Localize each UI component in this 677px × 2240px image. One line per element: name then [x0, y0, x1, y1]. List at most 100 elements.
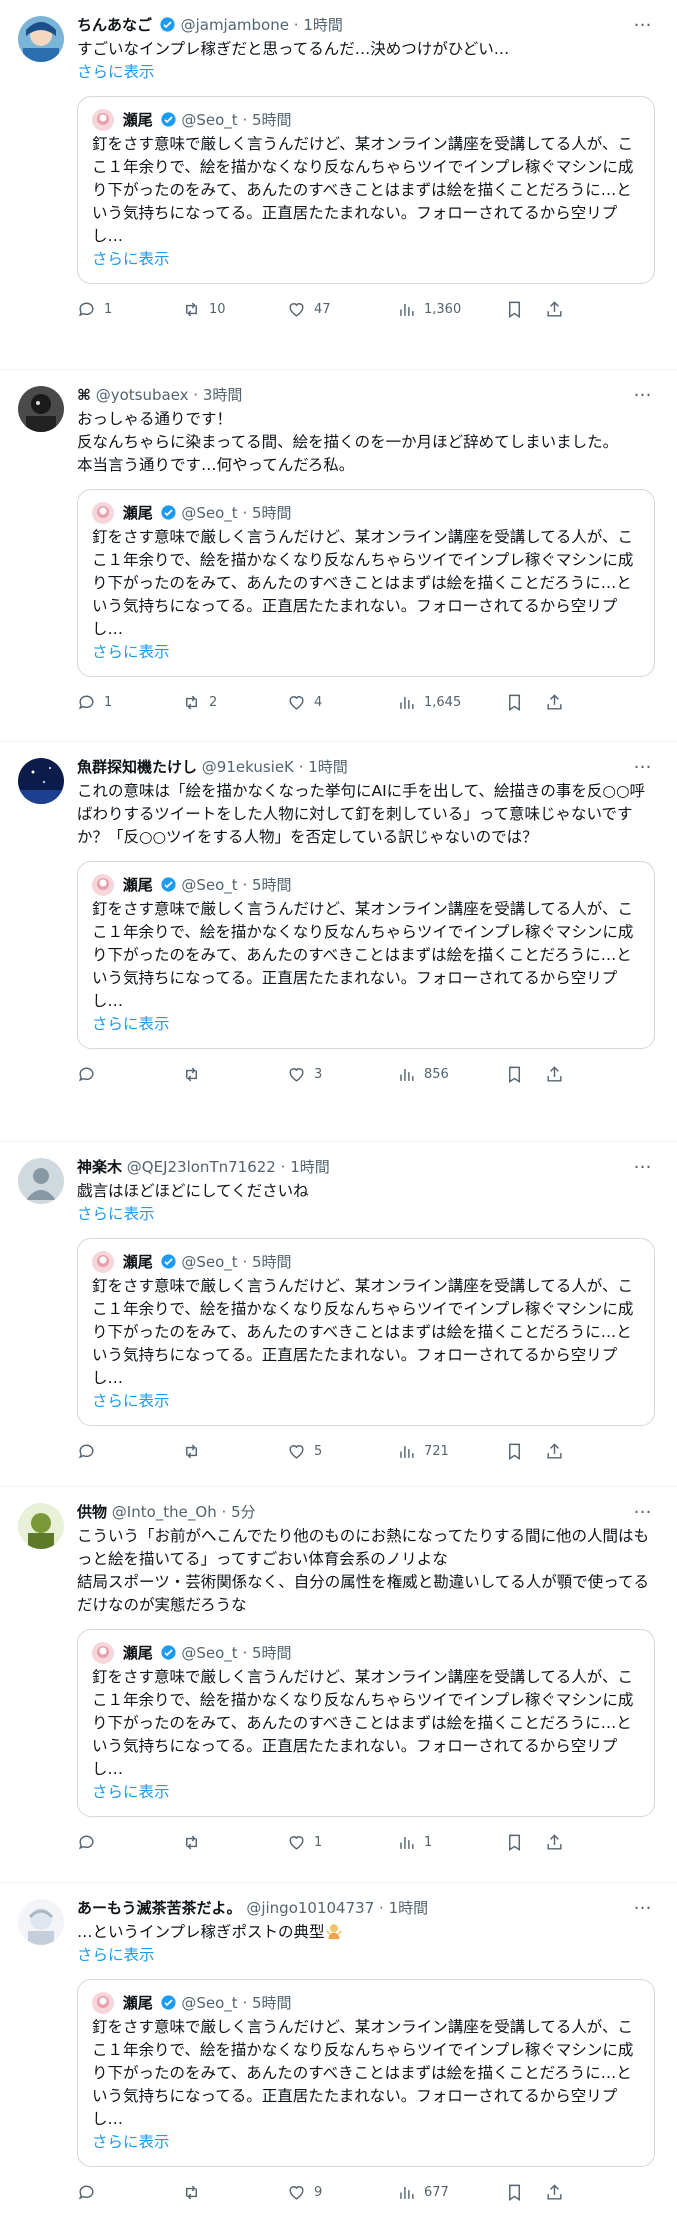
share-button[interactable] [545, 1065, 571, 1084]
bookmark-button[interactable] [505, 1442, 545, 1461]
repost-button[interactable]: 10 [182, 300, 287, 319]
quoted-text: 釘をさす意味で厳しく言うんだけど、某オンライン講座を受講してる人が、ここ１年余り… [92, 900, 634, 1010]
more-options-icon[interactable]: … [631, 1499, 655, 1523]
user-handle[interactable]: @Into_the_Oh [112, 1503, 217, 1521]
reply-post[interactable]: … ⌘ @yotsubaex · 3時間 おっしゃる通りです！ 反なんちゃらに染… [0, 370, 677, 742]
timestamp[interactable]: 1時間 [308, 758, 348, 776]
avatar[interactable] [18, 386, 64, 432]
bookmark-button[interactable] [505, 693, 545, 712]
quoted-show-more-link[interactable]: さらに表示 [92, 248, 640, 271]
display-name[interactable]: 神楽木 [77, 1158, 122, 1176]
display-name[interactable]: 魚群探知機たけし [77, 758, 197, 776]
quoted-post[interactable]: 瀬尾 @Seo_t · 5時間 釘をさす意味で厳しく言うんだけど、某オンライン講… [77, 1238, 655, 1426]
reply-post[interactable]: … 神楽木 @QEJ23lonTn71622 · 1時間 戯言はほどほどにしてく… [0, 1142, 677, 1487]
avatar[interactable] [18, 1899, 64, 1945]
quoted-post[interactable]: 瀬尾 @Seo_t · 5時間 釘をさす意味で厳しく言うんだけど、某オンライン講… [77, 96, 655, 284]
quoted-post[interactable]: 瀬尾 @Seo_t · 5時間 釘をさす意味で厳しく言うんだけど、某オンライン講… [77, 861, 655, 1049]
reply-button[interactable] [77, 2183, 182, 2202]
more-options-icon[interactable]: … [631, 1895, 655, 1919]
repost-button[interactable] [182, 1833, 287, 1852]
like-button[interactable]: 4 [287, 693, 397, 712]
reply-button[interactable]: 1 [77, 300, 182, 319]
like-button[interactable]: 1 [287, 1833, 397, 1852]
avatar[interactable] [18, 1158, 64, 1204]
reply-post[interactable]: … あーもう滅茶苦茶だよ。 @jingo10104737 · 1時間 …というイ… [0, 1883, 677, 2240]
views-button[interactable]: 1 [397, 1833, 505, 1852]
like-button[interactable]: 47 [287, 300, 397, 319]
timeline: … ちんあなご @jamjambone · 1時間 すごいなインプレ稼ぎだと思っ… [0, 0, 677, 2240]
avatar[interactable] [18, 1503, 64, 1549]
analytics-icon [400, 696, 414, 709]
quoted-show-more-link[interactable]: さらに表示 [92, 1781, 640, 1804]
reply-post[interactable]: … ちんあなご @jamjambone · 1時間 すごいなインプレ稼ぎだと思っ… [0, 0, 677, 370]
reply-button[interactable]: 1 [77, 693, 182, 712]
reply-button[interactable] [77, 1065, 182, 1084]
timestamp[interactable]: 1時間 [290, 1158, 330, 1176]
share-button[interactable] [545, 300, 571, 319]
timestamp[interactable]: 1時間 [303, 16, 343, 34]
quoted-post[interactable]: 瀬尾 @Seo_t · 5時間 釘をさす意味で厳しく言うんだけど、某オンライン講… [77, 1979, 655, 2167]
user-handle[interactable]: @yotsubaex [96, 386, 189, 404]
share-button[interactable] [545, 693, 571, 712]
quoted-post[interactable]: 瀬尾 @Seo_t · 5時間 釘をさす意味で厳しく言うんだけど、某オンライン講… [77, 489, 655, 677]
repost-button[interactable]: 2 [182, 693, 287, 712]
display-name[interactable]: あーもう滅茶苦茶だよ。 [77, 1899, 242, 1917]
bookmark-icon [509, 2184, 520, 2201]
quoted-name: 瀬尾 [122, 1994, 153, 2012]
quoted-show-more-link[interactable]: さらに表示 [92, 1390, 640, 1413]
user-handle[interactable]: @jamjambone [181, 16, 289, 34]
share-button[interactable] [545, 2183, 571, 2202]
timestamp[interactable]: 1時間 [389, 1899, 429, 1917]
views-button[interactable]: 677 [397, 2183, 505, 2202]
user-handle[interactable]: @jingo10104737 [246, 1899, 374, 1917]
show-more-link[interactable]: さらに表示 [77, 61, 655, 84]
avatar[interactable] [18, 16, 64, 62]
more-options-icon[interactable]: … [631, 12, 655, 36]
quoted-post[interactable]: 瀬尾 @Seo_t · 5時間 釘をさす意味で厳しく言うんだけど、某オンライン講… [77, 1629, 655, 1817]
show-more-link[interactable]: さらに表示 [77, 1944, 655, 1967]
bookmark-button[interactable] [505, 2183, 545, 2202]
quoted-show-more-link[interactable]: さらに表示 [92, 1013, 640, 1036]
quoted-show-more-link[interactable]: さらに表示 [92, 2131, 640, 2154]
reply-button[interactable] [77, 1442, 182, 1461]
quoted-avatar [92, 874, 114, 896]
views-button[interactable]: 1,360 [397, 300, 505, 319]
quoted-timestamp: 5時間 [252, 1253, 292, 1271]
timestamp[interactable]: 3時間 [203, 386, 243, 404]
post-text: こういう「お前がへこんでたり他のものにお熱になってたりする間に他の人間はもっと絵… [77, 1527, 649, 1614]
repost-button[interactable] [182, 2183, 287, 2202]
show-more-link[interactable]: さらに表示 [77, 1203, 655, 1226]
views-button[interactable]: 1,645 [397, 693, 505, 712]
share-button[interactable] [545, 1833, 571, 1852]
display-name[interactable]: ちんあなご [77, 16, 152, 34]
like-button[interactable]: 5 [287, 1442, 397, 1461]
bookmark-button[interactable] [505, 1833, 545, 1852]
reply-button[interactable] [77, 1833, 182, 1852]
bookmark-button[interactable] [505, 1065, 545, 1084]
user-handle[interactable]: @91ekusieK [202, 758, 294, 776]
action-bar: 3 856 [77, 1063, 655, 1085]
separator: · [242, 111, 248, 129]
views-button[interactable]: 721 [397, 1442, 505, 1461]
like-button[interactable]: 9 [287, 2183, 397, 2202]
analytics-icon [400, 303, 414, 316]
separator: · [242, 1994, 248, 2012]
more-options-icon[interactable]: … [631, 382, 655, 406]
reply-post[interactable]: … 魚群探知機たけし @91ekusieK · 1時間 これの意味は「絵を描かな… [0, 742, 677, 1142]
avatar[interactable] [18, 758, 64, 804]
reply-post[interactable]: … 供物 @Into_the_Oh · 5分 こういう「お前がへこんでたり他のも… [0, 1487, 677, 1883]
share-button[interactable] [545, 1442, 571, 1461]
like-button[interactable]: 3 [287, 1065, 397, 1084]
views-button[interactable]: 856 [397, 1065, 505, 1084]
display-name[interactable]: ⌘ [77, 386, 91, 404]
repost-button[interactable] [182, 1442, 287, 1461]
bookmark-button[interactable] [505, 300, 545, 319]
quoted-show-more-link[interactable]: さらに表示 [92, 641, 640, 664]
repost-icon [186, 2185, 197, 2199]
repost-button[interactable] [182, 1065, 287, 1084]
more-options-icon[interactable]: … [631, 754, 655, 778]
timestamp[interactable]: 5分 [231, 1503, 256, 1521]
user-handle[interactable]: @QEJ23lonTn71622 [127, 1158, 276, 1176]
display-name[interactable]: 供物 [77, 1503, 107, 1521]
more-options-icon[interactable]: … [631, 1154, 655, 1178]
